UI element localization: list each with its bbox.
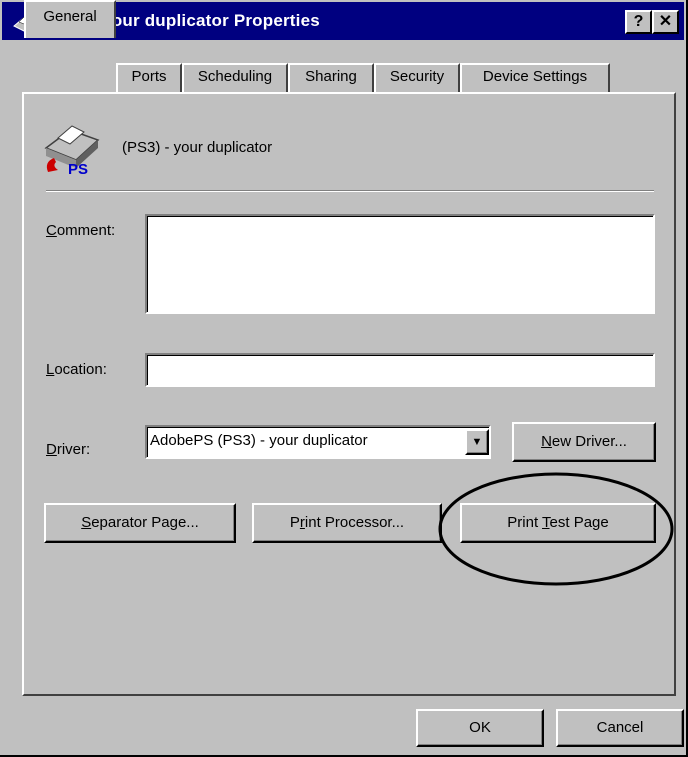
tab-device-settings[interactable]: Device Settings bbox=[460, 63, 610, 93]
separator-page-button[interactable]: Separator Page... bbox=[44, 503, 236, 543]
close-button[interactable]: ✕ bbox=[652, 10, 679, 34]
printer-name: (PS3) - your duplicator bbox=[122, 139, 273, 156]
tab-label: Device Settings bbox=[482, 68, 588, 85]
properties-dialog: (PS3) - your duplicator Properties ? ✕ G… bbox=[0, 0, 688, 757]
new-driver-button[interactable]: New Driver... bbox=[512, 422, 656, 462]
tab-label: General bbox=[43, 8, 97, 25]
comment-field[interactable] bbox=[145, 214, 655, 314]
location-field[interactable] bbox=[145, 353, 655, 387]
driver-selected-value: AdobePS (PS3) - your duplicator bbox=[150, 432, 368, 449]
tab-label: Security bbox=[389, 68, 445, 85]
dropdown-button[interactable]: ▼ bbox=[465, 429, 489, 455]
location-label: Location: bbox=[46, 361, 107, 378]
close-icon: ✕ bbox=[658, 13, 673, 30]
ok-button[interactable]: OK bbox=[416, 709, 544, 747]
tab-sharing[interactable]: Sharing bbox=[288, 63, 374, 93]
cancel-button[interactable]: Cancel bbox=[556, 709, 684, 747]
tab-label: Sharing bbox=[305, 68, 357, 85]
tab-ports[interactable]: Ports bbox=[116, 63, 182, 93]
tab-scheduling[interactable]: Scheduling bbox=[182, 63, 288, 93]
tab-label: Scheduling bbox=[197, 68, 273, 85]
chevron-down-icon: ▼ bbox=[471, 436, 483, 448]
tab-security[interactable]: Security bbox=[374, 63, 460, 93]
comment-label: Comment: bbox=[46, 222, 116, 239]
driver-select[interactable]: AdobePS (PS3) - your duplicator ▼ bbox=[145, 425, 491, 459]
postscript-printer-icon: PS bbox=[44, 125, 100, 176]
tab-panel-general bbox=[22, 92, 676, 696]
print-processor-button[interactable]: Print Processor... bbox=[252, 503, 442, 543]
highlight-ellipse bbox=[438, 472, 674, 586]
help-button[interactable]: ? bbox=[625, 10, 652, 34]
divider bbox=[46, 190, 654, 192]
tab-label: Ports bbox=[131, 68, 167, 85]
ps-badge: PS bbox=[68, 161, 88, 176]
tab-general[interactable]: General bbox=[24, 0, 116, 38]
driver-label: Driver: bbox=[46, 441, 91, 458]
